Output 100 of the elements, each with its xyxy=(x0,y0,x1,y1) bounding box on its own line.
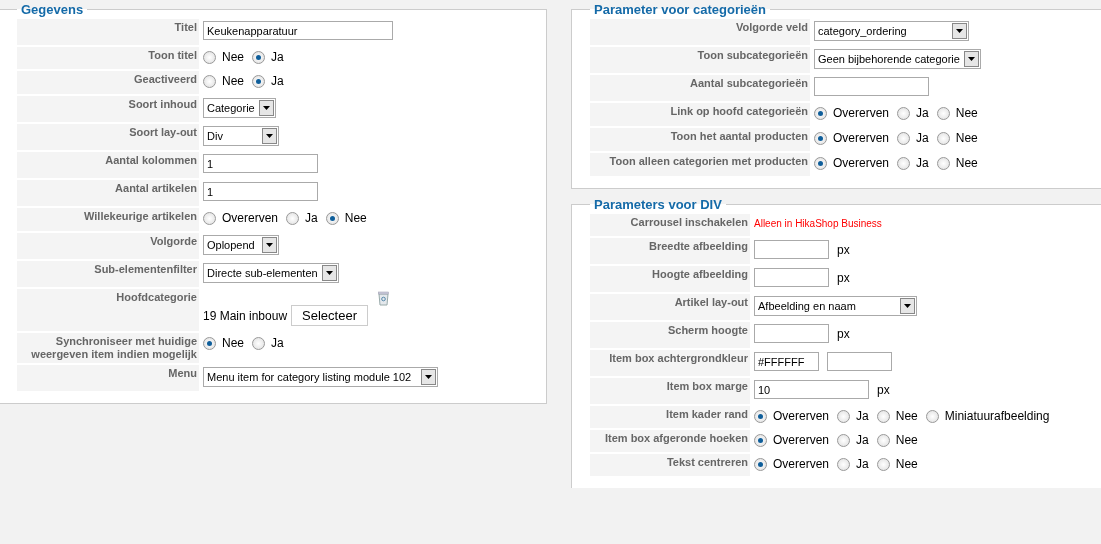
dropdown[interactable]: Geen bijbehorende categorie xyxy=(814,49,981,69)
radio-button[interactable] xyxy=(876,433,890,447)
radio-option[interactable]: Overerven xyxy=(814,130,890,145)
radio-option[interactable]: Nee xyxy=(876,432,918,447)
field-label: Item box marge xyxy=(590,378,752,404)
field-label: Tekst centreren xyxy=(590,454,752,476)
field-label: Titel xyxy=(17,19,201,45)
radio-option[interactable]: Ja xyxy=(837,432,869,447)
radio-button[interactable] xyxy=(203,74,216,88)
radio-option[interactable]: Nee xyxy=(876,408,918,423)
radio-button[interactable] xyxy=(252,336,265,350)
radio-button[interactable] xyxy=(837,433,851,447)
radio-button[interactable] xyxy=(837,457,851,471)
caret-icon xyxy=(259,100,274,116)
radio-option[interactable]: Nee xyxy=(203,335,244,350)
radio-option[interactable]: Nee xyxy=(876,456,918,471)
radio-button[interactable] xyxy=(286,211,300,225)
radio-button[interactable] xyxy=(325,211,339,225)
radio-button[interactable] xyxy=(925,409,939,423)
radio-button[interactable] xyxy=(936,106,950,120)
radio-option[interactable]: Ja xyxy=(252,335,284,350)
field-label: Toon het aantal producten xyxy=(590,128,812,151)
radio-option[interactable]: Ja xyxy=(252,73,284,88)
radio-button[interactable] xyxy=(936,156,950,170)
field-label: Menu xyxy=(17,365,201,391)
caret-icon xyxy=(321,265,337,281)
color-field[interactable]: #FFFFFF xyxy=(754,352,819,371)
field-label: Scherm hoogte xyxy=(590,322,752,348)
radio-option[interactable]: Overerven xyxy=(754,432,830,447)
text-field[interactable]: 1 xyxy=(203,154,318,173)
unit-label: px xyxy=(877,382,890,397)
radio-option[interactable]: Overerven xyxy=(814,105,890,120)
caret-icon xyxy=(952,23,967,39)
caret-icon xyxy=(421,369,436,385)
field-label: Breedte afbeelding xyxy=(590,238,752,264)
radio-button[interactable] xyxy=(936,131,950,145)
radio-option[interactable]: Nee xyxy=(936,105,978,120)
radio-button[interactable] xyxy=(252,74,265,88)
text-field[interactable] xyxy=(754,268,829,287)
caret-icon xyxy=(262,128,277,144)
radio-option[interactable]: Miniatuurafbeelding xyxy=(925,408,1050,423)
radio-option[interactable]: Ja xyxy=(286,210,318,225)
radio-option[interactable]: Nee xyxy=(203,49,244,64)
radio-option[interactable]: Ja xyxy=(897,105,929,120)
dropdown[interactable]: Menu item for category listing module 102 xyxy=(203,367,438,387)
radio-button[interactable] xyxy=(814,131,827,145)
field-label: Artikel lay-out xyxy=(590,294,752,320)
dropdown[interactable]: category_ordering xyxy=(814,21,969,41)
radio-option[interactable]: Overerven xyxy=(754,456,830,471)
radio-option[interactable]: Nee xyxy=(325,210,367,225)
text-field[interactable] xyxy=(814,77,929,96)
radio-button[interactable] xyxy=(876,409,890,423)
radio-button[interactable] xyxy=(897,106,911,120)
radio-option[interactable]: Nee xyxy=(203,73,244,88)
radio-option[interactable]: Ja xyxy=(837,456,869,471)
dropdown[interactable]: Directe sub-elementen xyxy=(203,263,339,283)
field-label: Geactiveerd xyxy=(17,71,201,94)
text-field[interactable]: 1 xyxy=(203,182,318,201)
radio-button[interactable] xyxy=(203,211,216,225)
radio-button[interactable] xyxy=(876,457,890,471)
radio-option[interactable]: Overerven xyxy=(754,408,830,423)
radio-button[interactable] xyxy=(837,409,851,423)
text-field[interactable]: 10 xyxy=(754,380,869,399)
category-value: 19 Main inbouw xyxy=(203,308,288,323)
radio-button[interactable] xyxy=(203,336,216,350)
field-label: Synchroniseer met huidige weergeven item indien mogelijk xyxy=(17,333,201,363)
trash-icon[interactable] xyxy=(378,291,389,306)
dropdown[interactable]: Afbeelding en naam xyxy=(754,296,917,316)
dropdown[interactable]: Categorie xyxy=(203,98,276,118)
select-button[interactable]: Selecteer xyxy=(291,305,368,326)
color-swatch[interactable] xyxy=(827,352,892,371)
radio-button[interactable] xyxy=(897,156,911,170)
radio-button[interactable] xyxy=(754,409,767,423)
radio-button[interactable] xyxy=(814,156,827,170)
radio-button[interactable] xyxy=(203,50,216,64)
radio-option[interactable]: Nee xyxy=(936,155,978,170)
dropdown[interactable]: Div xyxy=(203,126,279,146)
radio-option[interactable]: Ja xyxy=(252,49,284,64)
radio-option[interactable]: Overerven xyxy=(203,210,279,225)
field-label: Toon alleen categorien met producten xyxy=(590,153,812,176)
field-label: Toon titel xyxy=(17,47,201,69)
radio-button[interactable] xyxy=(754,457,767,471)
field-label: Sub-elementenfilter xyxy=(17,261,201,287)
radio-option[interactable]: Ja xyxy=(837,408,869,423)
field-label: Soort inhoud xyxy=(17,96,201,122)
radio-option[interactable]: Nee xyxy=(936,130,978,145)
field-label: Volgorde veld xyxy=(590,19,812,45)
radio-button[interactable] xyxy=(897,131,911,145)
radio-option[interactable]: Overerven xyxy=(814,155,890,170)
text-field[interactable] xyxy=(754,324,829,343)
radio-option[interactable]: Ja xyxy=(897,130,929,145)
dropdown[interactable]: Oplopend xyxy=(203,235,279,255)
field-label: Item box afgeronde hoeken xyxy=(590,430,752,452)
radio-option[interactable]: Ja xyxy=(897,155,929,170)
text-field[interactable] xyxy=(754,240,829,259)
radio-button[interactable] xyxy=(754,433,767,447)
radio-button[interactable] xyxy=(814,106,827,120)
text-field[interactable]: Keukenapparatuur xyxy=(203,21,393,40)
radio-button[interactable] xyxy=(252,50,265,64)
field-label: Item kader rand xyxy=(590,406,752,428)
